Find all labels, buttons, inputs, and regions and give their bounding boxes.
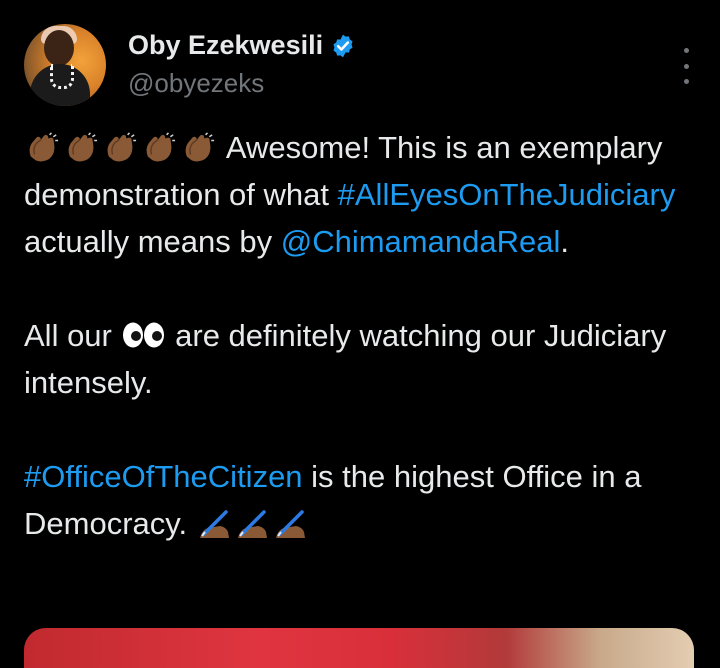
verified-badge-icon [333,34,353,57]
tweet-text-segment: All our [24,318,112,353]
author-name[interactable]: Oby Ezekwesili [128,30,323,61]
tweet-paragraph-1: Awesome! This is an exemplary demonstrat… [24,124,704,265]
writing-hand-emoji [199,510,229,538]
attached-media-image[interactable] [24,628,694,668]
eyes-emoji [122,322,164,348]
author-name-row: Oby Ezekwesili [128,30,356,61]
author-handle[interactable]: @obyezeks [128,68,264,99]
hashtag-link[interactable]: #OfficeOfTheCitizen [24,459,303,494]
tweet-paragraph-3: #OfficeOfTheCitizen is the highest Offic… [24,453,704,547]
clapping-hands-emoji [107,132,137,162]
more-options-icon[interactable] [680,48,692,84]
clapping-hands-emoji [146,132,176,162]
tweet-text-segment: . [560,224,569,259]
hashtag-link[interactable]: #AllEyesOnTheJudiciary [338,177,676,212]
clapping-hands-emoji [68,132,98,162]
tweet-header: Oby Ezekwesili @obyezeks [24,24,696,114]
tweet-text: Awesome! This is an exemplary demonstrat… [24,124,704,547]
tweet-text-segment: actually means by [24,224,273,259]
tweet-paragraph-2: All our are definitely watching our Judi… [24,312,704,406]
writing-hand-emoji [237,510,267,538]
avatar[interactable] [24,24,106,106]
mention-link[interactable]: @ChimamandaReal [281,224,561,259]
clapping-hands-emoji [29,132,59,162]
writing-hand-emoji [275,510,305,538]
clapping-hands-emoji [185,132,215,162]
